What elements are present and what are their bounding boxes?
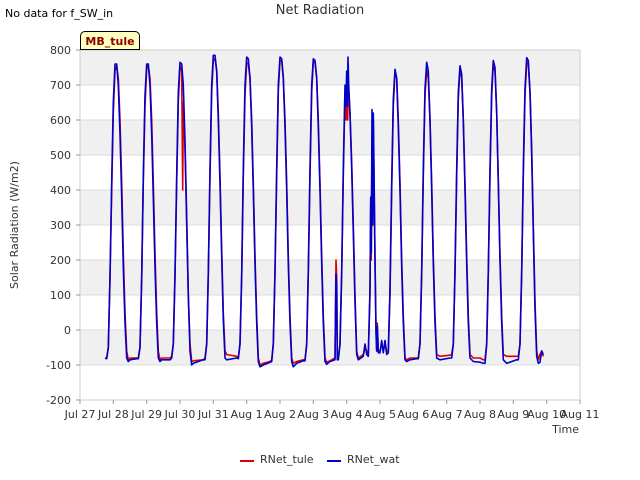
y-tick-label: 500 bbox=[50, 149, 71, 162]
x-axis-label: Time bbox=[551, 423, 579, 436]
legend: RNet_tule RNet_wat bbox=[0, 453, 640, 469]
y-tick-label: 300 bbox=[50, 219, 71, 232]
x-tick-label: Aug 6 bbox=[397, 408, 429, 421]
x-tick-label: Jul 29 bbox=[130, 408, 162, 421]
x-tick-label: Jul 31 bbox=[197, 408, 229, 421]
x-tick-label: Aug 11 bbox=[561, 408, 600, 421]
legend-swatch-rnet-tule bbox=[240, 460, 254, 462]
y-tick-label: -100 bbox=[46, 359, 71, 372]
x-tick-label: Aug 5 bbox=[364, 408, 396, 421]
y-tick-label: 200 bbox=[50, 254, 71, 267]
y-tick-label: 700 bbox=[50, 79, 71, 92]
x-tick-label: Aug 8 bbox=[464, 408, 496, 421]
x-tick-label: Aug 9 bbox=[497, 408, 529, 421]
x-tick-label: Jul 28 bbox=[97, 408, 129, 421]
x-tick-label: Aug 3 bbox=[297, 408, 329, 421]
x-tick-label: Aug 1 bbox=[231, 408, 263, 421]
y-tick-label: -200 bbox=[46, 394, 71, 407]
plot-band bbox=[80, 50, 580, 85]
y-tick-label: 800 bbox=[50, 44, 71, 57]
x-tick-label: Jul 27 bbox=[64, 408, 96, 421]
chart-area: -200-1000100200300400500600700800Jul 27 J… bbox=[8, 44, 600, 436]
legend-label-rnet-tule: RNet_tule bbox=[260, 453, 314, 466]
plot-band bbox=[80, 190, 580, 225]
x-tick-label: Aug 7 bbox=[431, 408, 463, 421]
site-badge: MB_tule bbox=[80, 31, 140, 50]
y-tick-label: 0 bbox=[64, 324, 71, 337]
y-tick-label: 400 bbox=[50, 184, 71, 197]
legend-label-rnet-wat: RNet_wat bbox=[347, 453, 400, 466]
plot-band bbox=[80, 120, 580, 155]
y-tick-label: 100 bbox=[50, 289, 71, 302]
x-tick-label: Jul 30 bbox=[164, 408, 196, 421]
x-tick-label: Aug 2 bbox=[264, 408, 296, 421]
x-tick-label: Aug 4 bbox=[331, 408, 363, 421]
y-axis-label: Solar Radiation (W/m2) bbox=[8, 161, 21, 289]
legend-swatch-rnet-wat bbox=[327, 460, 341, 462]
plot-band bbox=[80, 330, 580, 365]
y-tick-label: 600 bbox=[50, 114, 71, 127]
